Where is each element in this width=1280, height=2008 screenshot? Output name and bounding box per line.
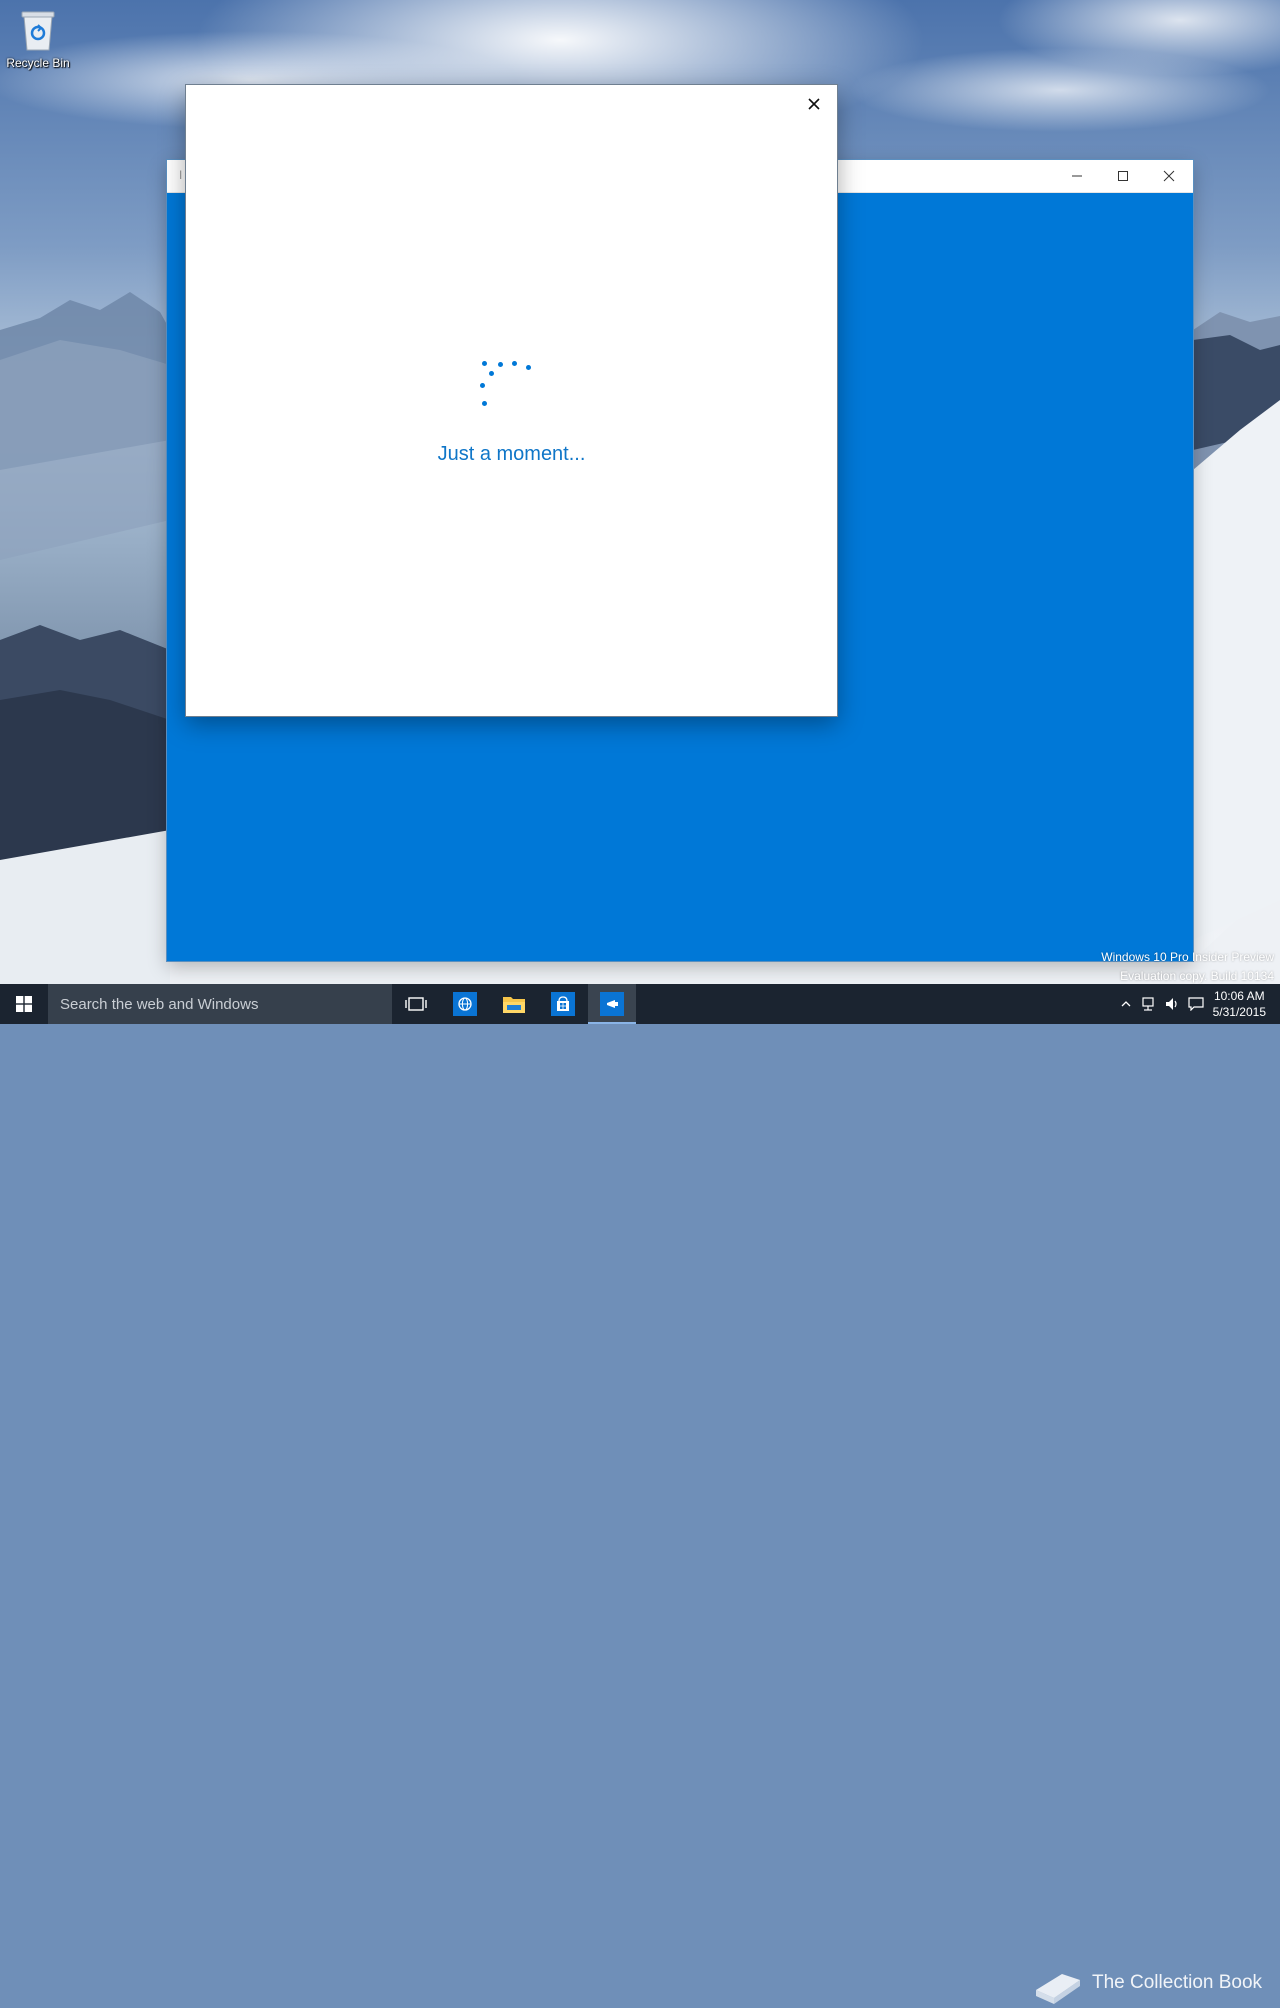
task-view-icon (405, 997, 427, 1011)
chevron-up-icon[interactable] (1118, 996, 1134, 1012)
taskbar-file-explorer[interactable] (490, 984, 538, 1024)
recycle-bin-icon (18, 6, 58, 54)
task-view-button[interactable] (392, 984, 440, 1024)
taskbar: Search the web and Windows The Collectio… (0, 984, 1280, 2004)
store-icon (551, 992, 575, 1016)
minimize-icon (1072, 175, 1082, 177)
spinner-dot (480, 383, 485, 388)
loading-message: Just a moment... (437, 443, 586, 465)
globe-icon (453, 992, 477, 1016)
network-icon[interactable] (1140, 996, 1156, 1012)
search-placeholder: Search the web and Windows (60, 995, 259, 1013)
brand-text: The Collection Book (1092, 1972, 1263, 1993)
brand-watermark: The Collection Book (1032, 1958, 1280, 2008)
desktop-icon-recycle-bin[interactable]: Recycle Bin (6, 6, 70, 70)
clock-date: 5/31/2015 (1212, 1005, 1266, 1019)
system-tray: 10:06 AM 5/31/2015 (1100, 984, 1280, 1024)
taskbar-clock[interactable]: 10:06 AM 5/31/2015 (1213, 988, 1266, 1020)
volume-icon[interactable] (1164, 996, 1180, 1012)
taskbar-store[interactable] (539, 984, 587, 1024)
spinner-dot (498, 362, 503, 367)
clock-time: 10:06 AM (1213, 989, 1265, 1003)
minimize-button[interactable] (1054, 160, 1100, 192)
close-icon (808, 98, 820, 110)
window-title: I (179, 168, 183, 182)
insider-icon (600, 992, 624, 1016)
maximize-button[interactable] (1100, 160, 1146, 192)
windows-logo-icon (16, 996, 32, 1012)
book-icon (1036, 1974, 1080, 2004)
loading-dialog: Just a moment... (186, 85, 837, 716)
taskbar-search[interactable]: Search the web and Windows (48, 984, 392, 1024)
close-button[interactable] (1146, 160, 1192, 192)
taskbar-insider-app[interactable] (588, 984, 636, 1024)
desktop-icon-label: Recycle Bin (6, 56, 70, 70)
folder-icon (503, 997, 525, 1013)
spinner-dot (512, 361, 517, 366)
taskbar-edge[interactable] (441, 984, 489, 1024)
spinner-dot (489, 371, 494, 376)
dialog-close-button[interactable] (799, 89, 829, 119)
action-center-icon[interactable] (1188, 996, 1204, 1012)
loading-spinner (477, 356, 537, 416)
maximize-icon (1118, 171, 1128, 181)
spinner-dot (482, 401, 487, 406)
watermark-edition: Windows 10 Pro Insider Preview (1101, 950, 1274, 964)
start-button[interactable] (0, 984, 48, 1024)
windows-watermark: Windows 10 Pro Insider Preview Evaluatio… (1101, 948, 1274, 986)
close-icon (1163, 170, 1175, 182)
spinner-dot (482, 361, 487, 366)
spinner-dot (526, 365, 531, 370)
